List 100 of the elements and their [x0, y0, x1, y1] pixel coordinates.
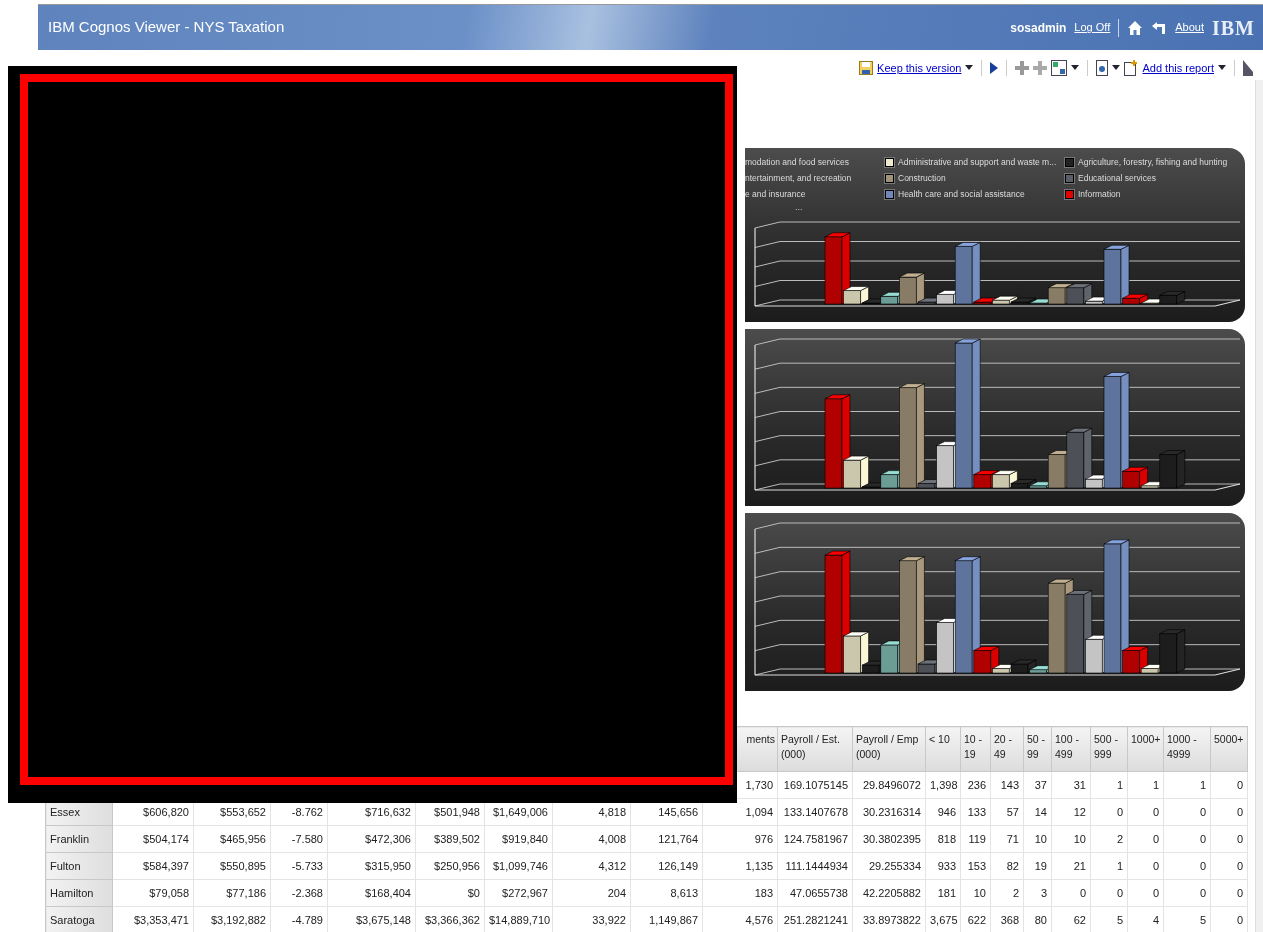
table-cell: 111.1444934: [777, 852, 853, 880]
table-cell: 0: [1127, 879, 1164, 907]
table-cell: 3: [1023, 879, 1052, 907]
document-icon[interactable]: [1096, 60, 1109, 76]
table-cell: $168,404: [327, 879, 416, 907]
table-cell: 10: [960, 879, 991, 907]
table-cell: $0: [415, 879, 485, 907]
table-cell: 946: [925, 798, 961, 826]
table-cell: 0: [1127, 798, 1164, 826]
table-cell: 10: [1023, 825, 1052, 853]
table-cell: 0: [1163, 798, 1211, 826]
report-icon[interactable]: [1051, 60, 1068, 76]
log-off-link[interactable]: Log Off: [1074, 19, 1111, 36]
column-header: Payroll / Est. (000): [777, 726, 853, 772]
table-cell: 121,764: [630, 825, 703, 853]
table-cell: -5.733: [270, 852, 328, 880]
play-icon[interactable]: [990, 62, 999, 74]
table-cell: 126,149: [630, 852, 703, 880]
table-cell: 236: [960, 771, 991, 799]
table-cell: 1: [1127, 771, 1164, 799]
table-cell: $389,502: [415, 825, 485, 853]
table-cell: $79,058: [112, 879, 194, 907]
back-arrow-icon[interactable]: [1151, 20, 1168, 35]
table-cell: $584,397: [112, 852, 194, 880]
legend-label: Administrative and support and waste m...: [898, 155, 1057, 169]
legend-label: e and insurance: [745, 187, 806, 201]
caret-icon[interactable]: [1112, 65, 1121, 71]
table-cell: 169.1075145: [777, 771, 853, 799]
table-cell: 21: [1051, 852, 1091, 880]
table-cell: $315,950: [327, 852, 416, 880]
legend-more-text: ...: [794, 202, 804, 212]
table-cell: 119: [960, 825, 991, 853]
table-cell: 0: [1090, 879, 1128, 907]
table-cell: $472,306: [327, 825, 416, 853]
column-header: 100 - 499: [1051, 726, 1091, 772]
table-cell: $550,895: [193, 852, 271, 880]
row-header: Hamilton: [45, 879, 113, 907]
home-icon[interactable]: [1127, 19, 1144, 36]
table-cell: 29.255334: [852, 852, 926, 880]
column-header: < 10: [925, 726, 961, 772]
table-cell: 0: [1210, 798, 1248, 826]
table-cell: 933: [925, 852, 961, 880]
table-cell: $77,186: [193, 879, 271, 907]
table-cell: 0: [1127, 852, 1164, 880]
table-cell: $465,956: [193, 825, 271, 853]
table-cell: 82: [990, 852, 1024, 880]
table-cell: 8,613: [630, 879, 703, 907]
add-report-link[interactable]: Add this report: [1142, 59, 1214, 77]
table-cell: 1,398: [925, 771, 961, 799]
legend-label: Educational services: [1078, 171, 1156, 185]
table-cell: 4,312: [552, 852, 631, 880]
table-cell: 1: [1163, 771, 1211, 799]
table-cell: 0: [1210, 771, 1248, 799]
keep-version-link[interactable]: Keep this version: [877, 59, 962, 77]
table-cell: 1,135: [702, 852, 778, 880]
logo: IBM: [1212, 15, 1255, 41]
table-cell: 4,008: [552, 825, 631, 853]
table-cell: 31: [1051, 771, 1091, 799]
bar: [992, 295, 1018, 305]
table-cell: 124.7581967: [777, 825, 853, 853]
table-cell: 57: [990, 798, 1024, 826]
table-cell: 0: [1210, 825, 1248, 853]
save-icon[interactable]: [859, 61, 874, 75]
table-cell: -2.368: [270, 879, 328, 907]
table-cell: 0: [1127, 825, 1164, 853]
table-cell: $250,956: [415, 852, 485, 880]
table-cell: 1: [1090, 771, 1128, 799]
table-cell: $272,967: [484, 879, 553, 907]
table-cell: 0: [1090, 798, 1128, 826]
column-header: 1000 - 4999: [1163, 726, 1211, 772]
table-cell: 133.1407678: [777, 798, 853, 826]
table-cell: 183: [702, 879, 778, 907]
table-cell: 42.2205882: [852, 879, 926, 907]
table-cell: -7.580: [270, 825, 328, 853]
table-cell: 0: [1210, 852, 1248, 880]
table-cell: 19: [1023, 852, 1052, 880]
column-header: 1000+: [1127, 726, 1164, 772]
add-report-icon[interactable]: [1124, 60, 1139, 76]
legend-label: Health care and social assistance: [898, 187, 1025, 201]
table-cell: 47.0655738: [777, 879, 853, 907]
column-header: 5000+: [1210, 726, 1248, 772]
table-cell: $1,099,746: [484, 852, 553, 880]
table-cell: 976: [702, 825, 778, 853]
table-cell: $504,174: [112, 825, 194, 853]
column-header: 20 - 49: [990, 726, 1024, 772]
table-cell: 0: [1210, 879, 1248, 907]
legend-label: Agriculture, forestry, fishing and hunting: [1078, 155, 1228, 169]
table-cell: 71: [990, 825, 1024, 853]
table-cell: 14: [1023, 798, 1052, 826]
table-cell: 30.3802395: [852, 825, 926, 853]
row-header: Franklin: [45, 825, 113, 853]
table-cell: 143: [990, 771, 1024, 799]
table-cell: 0: [1163, 852, 1211, 880]
scrollbar[interactable]: [1255, 80, 1263, 932]
caret-icon[interactable]: [965, 65, 974, 71]
caret-icon[interactable]: [1071, 65, 1080, 71]
table-cell: 29.8496072: [852, 771, 926, 799]
about-link[interactable]: About: [1175, 19, 1204, 36]
column-header: Payroll / Emp (000): [852, 726, 926, 772]
caret-icon[interactable]: [1218, 65, 1226, 71]
